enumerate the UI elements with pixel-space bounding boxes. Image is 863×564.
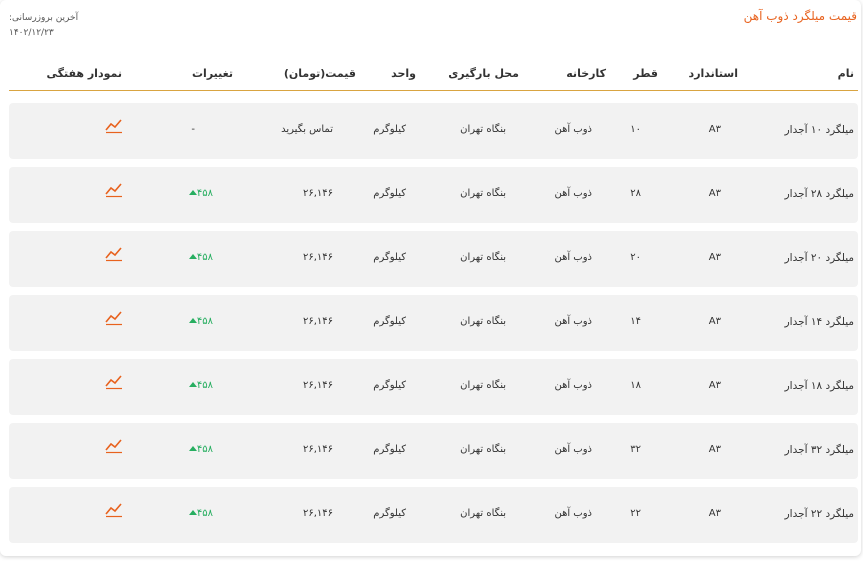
- row-change: ۴۵۸: [185, 252, 213, 263]
- up-arrow-icon: [188, 190, 197, 195]
- row-factory: ذوب آهن: [554, 316, 592, 327]
- last-update-date: ۱۴۰۲/۱۲/۲۳: [9, 28, 54, 38]
- table-body: میلگرد ۱۰ آجدار A۳ ۱۰ ذوب آهن بنگاه تهران کیل…: [9, 103, 858, 551]
- row-price: تماس بگیرید: [281, 124, 333, 135]
- header-change: تغییرات: [192, 67, 233, 80]
- row-change: ۴۵۸: [185, 508, 213, 519]
- row-standard: A۳: [708, 380, 721, 391]
- row-loading: بنگاه تهران: [460, 508, 506, 519]
- row-change-value: ۴۵۸: [196, 444, 213, 455]
- row-unit: کیلوگرم: [373, 188, 406, 199]
- row-name: میلگرد ۲۲ آجدار: [784, 508, 854, 520]
- table-row: میلگرد ۲۸ آجدار A۳ ۲۸ ذوب آهن بنگاه تهران کیل…: [9, 167, 858, 223]
- row-standard: A۳: [708, 508, 721, 519]
- row-diameter: ۲۰: [630, 252, 641, 263]
- row-change-value: ۴۵۸: [196, 188, 213, 199]
- trend-line-icon[interactable]: [105, 246, 123, 266]
- table-row: میلگرد ۱۴ آجدار A۳ ۱۴ ذوب آهن بنگاه تهران کیل…: [9, 295, 858, 351]
- row-factory: ذوب آهن: [554, 380, 592, 391]
- header-loading: محل بارگیری: [448, 67, 519, 80]
- row-change-value: ۴۵۸: [196, 316, 213, 327]
- row-loading: بنگاه تهران: [460, 444, 506, 455]
- row-standard: A۳: [708, 124, 721, 135]
- row-factory: ذوب آهن: [554, 252, 592, 263]
- row-loading: بنگاه تهران: [460, 188, 506, 199]
- row-change: ۴۵۸: [185, 444, 213, 455]
- price-table-card: قیمت میلگرد ذوب آهن آخرین بروزرسانی: ۱۴۰…: [0, 0, 861, 556]
- row-factory: ذوب آهن: [554, 444, 592, 455]
- row-change-value: ۴۵۸: [196, 508, 213, 519]
- up-arrow-icon: [188, 382, 197, 387]
- trend-line-icon[interactable]: [105, 438, 123, 458]
- up-arrow-icon: [188, 254, 197, 259]
- table-row: میلگرد ۳۲ آجدار A۳ ۳۲ ذوب آهن بنگاه تهران کیل…: [9, 423, 858, 479]
- row-factory: ذوب آهن: [554, 508, 592, 519]
- row-name: میلگرد ۱۴ آجدار: [784, 316, 854, 328]
- row-loading: بنگاه تهران: [460, 252, 506, 263]
- header-diameter: قطر: [633, 67, 658, 80]
- row-name: میلگرد ۲۸ آجدار: [784, 188, 854, 200]
- header-unit: واحد: [391, 67, 416, 80]
- row-diameter: ۱۰: [630, 124, 641, 135]
- table-row: میلگرد ۲۲ آجدار A۳ ۲۲ ذوب آهن بنگاه تهران کیل…: [9, 487, 858, 543]
- table-row: میلگرد ۱۸ آجدار A۳ ۱۸ ذوب آهن بنگاه تهران کیل…: [9, 359, 858, 415]
- row-diameter: ۲۸: [630, 188, 641, 199]
- header-standard: استاندارد: [688, 67, 738, 80]
- trend-line-icon[interactable]: [105, 502, 123, 522]
- trend-line-icon[interactable]: [105, 182, 123, 202]
- row-name: میلگرد ۱۸ آجدار: [784, 380, 854, 392]
- row-change: ۴۵۸: [185, 188, 213, 199]
- row-unit: کیلوگرم: [373, 252, 406, 263]
- header-factory: کارخانه: [566, 67, 606, 80]
- row-name: میلگرد ۱۰ آجدار: [784, 124, 854, 136]
- row-change-value: ۴۵۸: [196, 380, 213, 391]
- up-arrow-icon: [188, 510, 197, 515]
- last-update: آخرین بروزرسانی: ۱۴۰۲/۱۲/۲۳: [9, 11, 78, 41]
- row-factory: ذوب آهن: [554, 124, 592, 135]
- row-unit: کیلوگرم: [373, 444, 406, 455]
- row-price: ۲۶,۱۴۶: [302, 444, 333, 455]
- row-diameter: ۱۸: [630, 380, 641, 391]
- trend-line-icon[interactable]: [105, 118, 123, 138]
- row-change: ۴۵۸: [185, 380, 213, 391]
- header-price: قیمت(تومان): [283, 67, 356, 80]
- row-name: میلگرد ۳۲ آجدار: [784, 444, 854, 456]
- table-row: میلگرد ۱۰ آجدار A۳ ۱۰ ذوب آهن بنگاه تهران کیل…: [9, 103, 858, 159]
- row-price: ۲۶,۱۴۶: [302, 380, 333, 391]
- last-update-label: آخرین بروزرسانی:: [9, 13, 79, 23]
- row-unit: کیلوگرم: [373, 124, 406, 135]
- row-loading: بنگاه تهران: [460, 124, 506, 135]
- row-change-value: ۴۵۸: [196, 252, 213, 263]
- row-unit: کیلوگرم: [373, 508, 406, 519]
- row-standard: A۳: [708, 316, 721, 327]
- row-change: ۴۵۸: [185, 316, 213, 327]
- table-header: نام استاندارد قطر کارخانه محل بارگیری وا…: [9, 62, 858, 91]
- row-standard: A۳: [708, 252, 721, 263]
- row-diameter: ۱۴: [630, 316, 641, 327]
- row-standard: A۳: [708, 444, 721, 455]
- row-price: ۲۶,۱۴۶: [302, 508, 333, 519]
- row-unit: کیلوگرم: [373, 316, 406, 327]
- header-name: نام: [837, 67, 854, 80]
- page-title: قیمت میلگرد ذوب آهن: [743, 9, 857, 23]
- trend-line-icon[interactable]: [105, 310, 123, 330]
- row-change: -: [191, 124, 195, 135]
- row-diameter: ۲۲: [630, 508, 641, 519]
- row-name: میلگرد ۲۰ آجدار: [784, 252, 854, 264]
- trend-line-icon[interactable]: [105, 374, 123, 394]
- row-diameter: ۳۲: [630, 444, 641, 455]
- table-row: میلگرد ۲۰ آجدار A۳ ۲۰ ذوب آهن بنگاه تهران کیل…: [9, 231, 858, 287]
- row-loading: بنگاه تهران: [460, 380, 506, 391]
- header-chart: نمودار هفتگی: [46, 67, 122, 80]
- up-arrow-icon: [188, 446, 197, 451]
- row-price: ۲۶,۱۴۶: [302, 188, 333, 199]
- row-price: ۲۶,۱۴۶: [302, 252, 333, 263]
- row-unit: کیلوگرم: [373, 380, 406, 391]
- row-loading: بنگاه تهران: [460, 316, 506, 327]
- row-factory: ذوب آهن: [554, 188, 592, 199]
- row-standard: A۳: [708, 188, 721, 199]
- row-price: ۲۶,۱۴۶: [302, 316, 333, 327]
- row-change-value: -: [191, 124, 195, 135]
- up-arrow-icon: [188, 318, 197, 323]
